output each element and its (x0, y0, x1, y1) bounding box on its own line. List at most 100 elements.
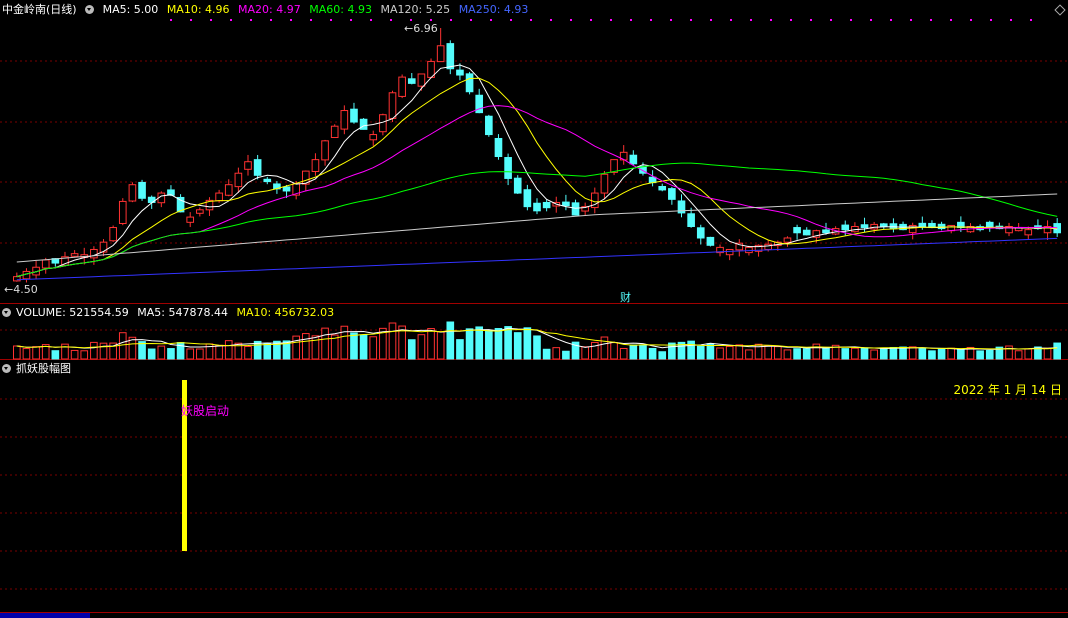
volume-bar (889, 346, 898, 360)
candle-body (196, 209, 204, 214)
top-marker-dot (430, 19, 432, 21)
candle-body (658, 186, 667, 191)
candle-body (118, 200, 127, 224)
volume-bar (22, 348, 31, 360)
top-marker-dot (930, 19, 932, 21)
volume-bar (70, 349, 79, 360)
volume-bar (687, 340, 695, 360)
top-marker-dot (730, 19, 732, 21)
candle-body (533, 202, 541, 212)
volume-bar (976, 350, 984, 360)
candle-body (215, 192, 223, 202)
candle-body (311, 159, 320, 172)
ma10-line (16, 77, 1058, 278)
volume-bar (802, 348, 811, 360)
top-marker-dot (270, 19, 272, 21)
volume-bar (812, 343, 821, 360)
candle-body (793, 227, 801, 234)
candle-body (456, 69, 464, 76)
volume-bar (301, 333, 310, 360)
candle-body (600, 173, 609, 194)
volume-bar (1024, 348, 1033, 360)
volume-bar (118, 332, 127, 360)
candle-body (388, 92, 397, 119)
volume-bar (822, 347, 830, 360)
volume-bar (475, 326, 484, 360)
volume-bar (706, 343, 715, 360)
candle-body (446, 43, 455, 70)
volume-bar (321, 327, 329, 360)
top-marker-dot (550, 19, 552, 21)
volume-panel-header: VOLUME: 521554.59 MA5: 547878.44 MA10: 4… (2, 306, 339, 320)
top-marker-dot (790, 19, 792, 21)
candle-body (350, 108, 358, 123)
candle-body (610, 159, 618, 173)
candle-body (889, 223, 898, 230)
top-marker-dot (690, 19, 692, 21)
top-marker-dot (950, 19, 952, 21)
top-marker-dot (670, 19, 672, 21)
volume-bar (860, 347, 869, 360)
volume-bar (533, 335, 541, 360)
candle-body (822, 229, 830, 234)
volume-bar (157, 345, 166, 360)
volume-bar (725, 345, 734, 360)
candle-body (330, 125, 339, 139)
top-marker-dot (210, 19, 212, 21)
volume-bar (590, 341, 599, 360)
candle-body (745, 246, 753, 254)
volume-bar (552, 347, 561, 360)
volume-bar (186, 348, 195, 360)
top-marker-dot (710, 19, 712, 21)
candle-body (860, 224, 869, 229)
volume-bar (562, 350, 570, 360)
indicator-date-label: 2022 年 1 月 14 日 (953, 383, 1062, 397)
volume-bar (716, 347, 724, 360)
volume-settings-icon[interactable] (2, 308, 11, 317)
volume-bar (600, 336, 609, 360)
volume-bar (783, 349, 792, 360)
top-marker-dot (650, 19, 652, 21)
volume-bar (918, 348, 927, 360)
volume-bar (610, 342, 618, 360)
candle-body (571, 202, 580, 216)
volume-bar (851, 347, 859, 360)
volume-bar (340, 325, 349, 360)
candle-body (841, 224, 850, 231)
volume-bar (13, 345, 21, 360)
volume-bar (465, 328, 474, 360)
candle-body (340, 110, 349, 130)
volume-bar (456, 339, 464, 360)
financial-event-marker[interactable]: 财 (620, 289, 631, 305)
candle-body (41, 259, 50, 269)
candle-body (725, 248, 734, 256)
candle-body (398, 76, 406, 97)
volume-bar (224, 340, 233, 360)
volume-bar (639, 344, 647, 360)
top-marker-dot (570, 19, 572, 21)
top-marker-dot (810, 19, 812, 21)
candle-body (282, 186, 291, 192)
indicator-name: 抓妖股幅图 (16, 362, 71, 375)
candle-body (263, 178, 272, 183)
volume-bar (99, 342, 108, 360)
candle-body (253, 159, 262, 176)
volume-bar (1043, 347, 1052, 360)
volume-bar (879, 347, 888, 360)
volume-bar (80, 350, 89, 360)
top-marker-dot (230, 19, 232, 21)
volume-bar (937, 348, 946, 360)
top-marker-dot (870, 19, 872, 21)
top-marker-dot (590, 19, 592, 21)
candle-body (90, 248, 98, 259)
candle-body (1024, 229, 1033, 236)
volume-bar (485, 329, 493, 360)
volume-bar (417, 334, 426, 360)
volume-bar (253, 340, 262, 360)
indicator-settings-icon[interactable] (2, 364, 11, 373)
candle-body (244, 161, 252, 170)
top-marker-dot (290, 19, 292, 21)
candle-body (417, 73, 426, 87)
candle-body (485, 115, 493, 136)
candle-body (687, 213, 695, 227)
